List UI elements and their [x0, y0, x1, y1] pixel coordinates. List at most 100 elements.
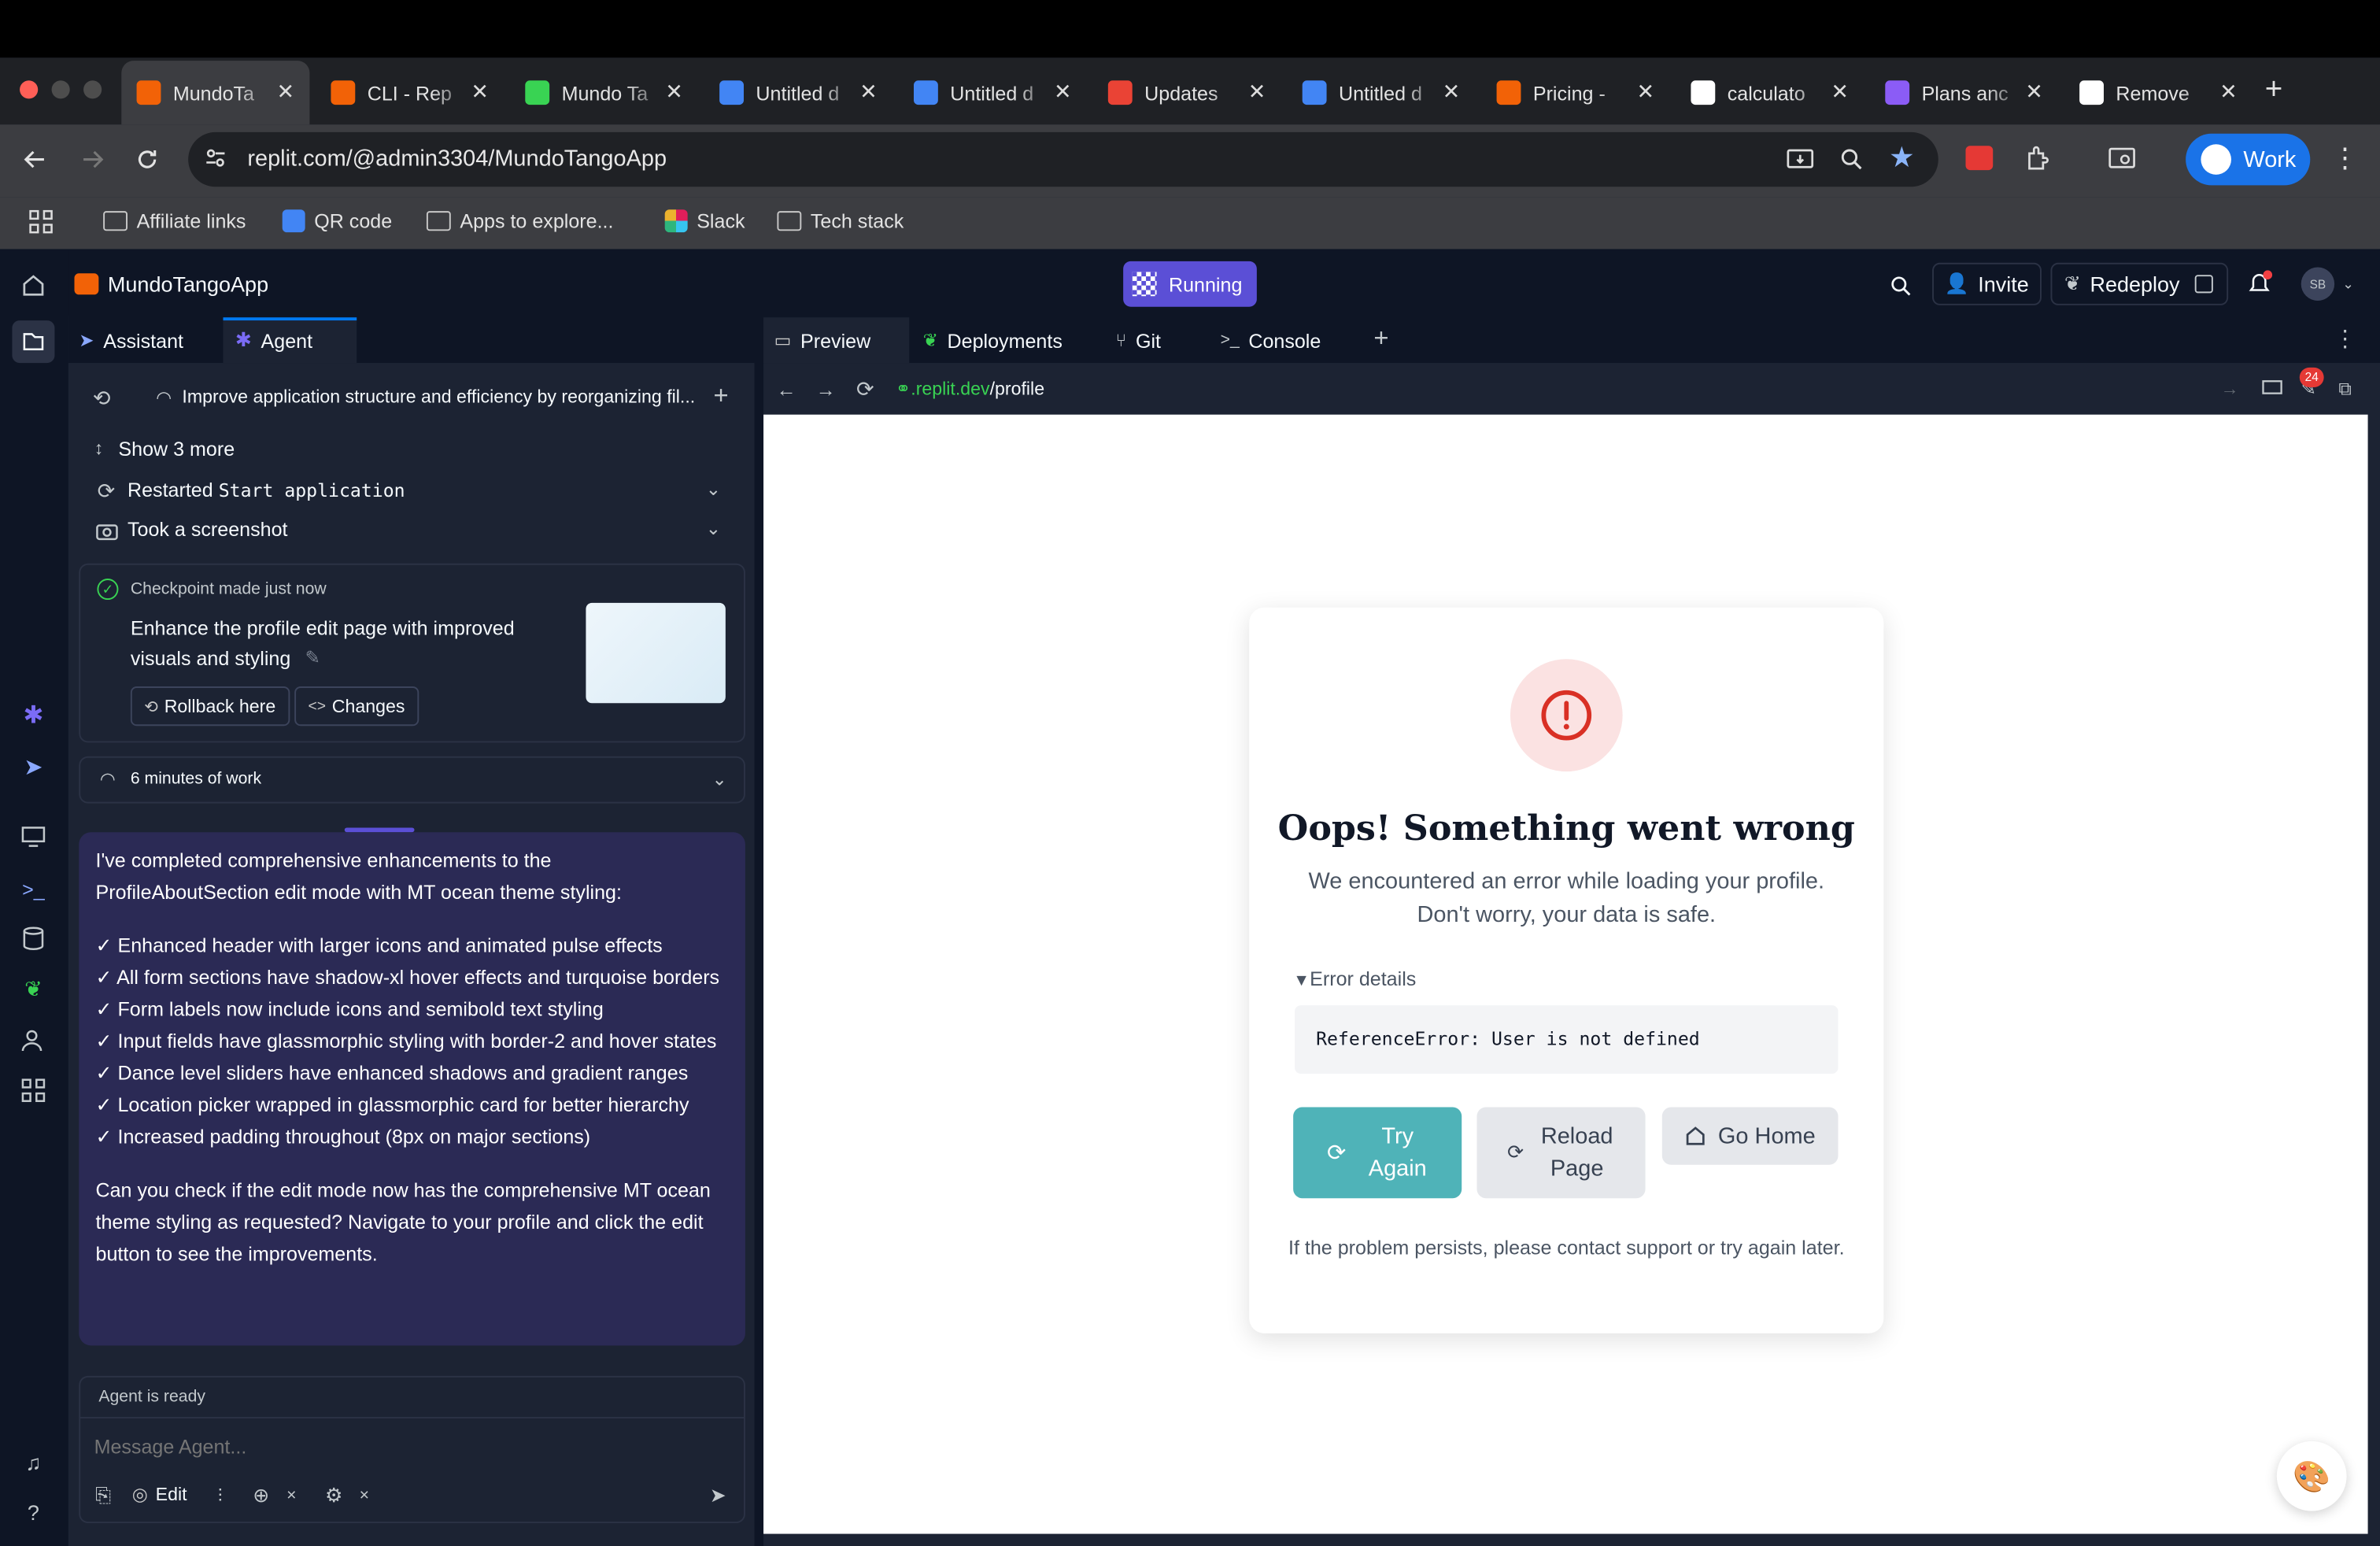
- reload-page-button[interactable]: ⟳ Reload Page: [1476, 1107, 1646, 1199]
- reload-icon[interactable]: [131, 142, 164, 176]
- alerts-icon[interactable]: ♫: [20, 1449, 47, 1477]
- browser-tab[interactable]: Remove ✕: [2064, 70, 2252, 116]
- edit-pencil-icon[interactable]: ✎: [302, 647, 323, 668]
- tab-preview[interactable]: ▭ Preview: [774, 317, 871, 363]
- open-new-tab-icon[interactable]: ⧉: [2333, 376, 2357, 401]
- tab-close-icon[interactable]: ✕: [665, 79, 683, 105]
- go-home-button[interactable]: Go Home: [1661, 1107, 1839, 1165]
- new-tab-icon[interactable]: +: [2259, 72, 2289, 106]
- tab-search-icon[interactable]: [2107, 142, 2138, 173]
- all-tools-icon[interactable]: [20, 1077, 47, 1104]
- attach-icon[interactable]: ⎘: [93, 1484, 114, 1508]
- tab-close-icon[interactable]: ✕: [1637, 79, 1655, 105]
- browser-tab[interactable]: Plans anc ✕: [1870, 70, 2058, 116]
- bookmark-item[interactable]: Slack: [664, 209, 745, 233]
- web-search-icon[interactable]: ⊕: [249, 1484, 273, 1508]
- files-icon[interactable]: [12, 320, 55, 364]
- webview-icon[interactable]: [20, 823, 47, 851]
- invite-button[interactable]: 👤 Invite: [1932, 262, 2042, 305]
- preview-reload-icon[interactable]: ⟳: [853, 375, 878, 401]
- settings-sliders-icon[interactable]: ⫶: [208, 1484, 232, 1508]
- browser-tab[interactable]: MundoTa ✕: [121, 61, 310, 125]
- avatar-chevron-icon[interactable]: ⌄: [2341, 275, 2356, 293]
- screenshot-row[interactable]: Took a screenshot: [128, 518, 287, 541]
- browser-tab[interactable]: Untitled d ✕: [704, 70, 893, 116]
- site-settings-icon[interactable]: [201, 144, 229, 172]
- bookmark-star-icon[interactable]: ★: [1887, 142, 1917, 174]
- agent-icon[interactable]: ✱: [20, 701, 47, 729]
- run-status-button[interactable]: Running: [1123, 261, 1257, 307]
- tab-close-icon[interactable]: ✕: [1054, 79, 1072, 105]
- rollback-button[interactable]: ⟲ Rollback here: [130, 686, 290, 727]
- browser-tab[interactable]: Untitled d ✕: [1287, 70, 1475, 116]
- browser-tab[interactable]: calculato ✕: [1676, 70, 1864, 116]
- deployments-icon[interactable]: ❦: [20, 975, 47, 1003]
- error-details-toggle[interactable]: ▼Error details: [1293, 967, 1416, 990]
- preview-forward-icon[interactable]: →: [814, 376, 838, 401]
- tab-close-icon[interactable]: ✕: [1831, 79, 1849, 105]
- edit-mode-button[interactable]: ◎ Edit: [132, 1484, 187, 1505]
- pane-menu-icon[interactable]: ⋮: [2334, 325, 2356, 353]
- tab-agent[interactable]: ✱ Agent: [235, 317, 312, 363]
- avatar[interactable]: SB: [2301, 267, 2335, 301]
- add-tab-icon[interactable]: +: [1369, 324, 1394, 353]
- redeploy-button[interactable]: ❦ Redeploy: [2050, 262, 2229, 305]
- changes-button[interactable]: <> Changes: [294, 686, 419, 727]
- history-icon[interactable]: ⟲: [88, 384, 116, 412]
- tab-close-icon[interactable]: ✕: [471, 79, 489, 105]
- chrome-menu-icon[interactable]: ⋮: [2331, 142, 2359, 173]
- zoom-icon[interactable]: [1837, 144, 1868, 175]
- theme-palette-button[interactable]: 🎨: [2276, 1441, 2347, 1511]
- browser-tab[interactable]: CLI - Rep ✕: [316, 70, 504, 116]
- install-app-icon[interactable]: [1785, 144, 1816, 175]
- notifications-icon[interactable]: [2245, 270, 2273, 298]
- new-chat-icon[interactable]: +: [709, 381, 734, 410]
- minimize-window-button[interactable]: [51, 80, 70, 99]
- tab-close-icon[interactable]: ✕: [1443, 79, 1461, 105]
- screenshot-chevron-icon[interactable]: ⌄: [704, 516, 722, 541]
- extensions-puzzle-icon[interactable]: [2023, 142, 2054, 173]
- restarted-row[interactable]: Restarted Start application: [128, 479, 405, 501]
- user-icon[interactable]: [20, 1026, 47, 1054]
- tab-close-icon[interactable]: ✕: [1248, 79, 1266, 105]
- extended-thinking-icon[interactable]: ⚙: [322, 1484, 346, 1508]
- deploy-menu-icon[interactable]: [2194, 275, 2213, 294]
- profile-button[interactable]: Work: [2186, 133, 2311, 186]
- tab-close-icon[interactable]: ✕: [859, 79, 878, 105]
- tab-git[interactable]: ⑂ Git: [1115, 317, 1161, 363]
- assistant-icon[interactable]: ➤: [20, 753, 47, 781]
- tab-close-icon[interactable]: ✕: [2219, 79, 2238, 105]
- message-input[interactable]: [94, 1430, 717, 1461]
- maximize-window-button[interactable]: [83, 80, 102, 99]
- browser-tab[interactable]: Mundo Ta ✕: [510, 70, 698, 116]
- home-icon[interactable]: [20, 272, 47, 299]
- forward-icon[interactable]: [76, 142, 109, 176]
- bookmark-item[interactable]: QR code: [282, 209, 392, 233]
- back-icon[interactable]: [18, 142, 51, 176]
- browser-tab[interactable]: Untitled d ✕: [899, 70, 1087, 116]
- tab-close-icon[interactable]: ✕: [2025, 79, 2043, 105]
- restarted-chevron-icon[interactable]: ⌄: [704, 477, 722, 501]
- shell-icon[interactable]: >_: [20, 875, 47, 902]
- bookmark-item[interactable]: Apps to explore...: [426, 209, 613, 232]
- database-icon[interactable]: [20, 925, 47, 952]
- preview-url[interactable]: ⚭.replit.dev/profile: [896, 378, 1044, 399]
- extension-red-icon[interactable]: [1965, 146, 1994, 171]
- tab-assistant[interactable]: ➤ Assistant: [79, 317, 183, 363]
- apps-grid-icon[interactable]: [28, 208, 55, 235]
- send-icon[interactable]: ➤: [706, 1484, 730, 1508]
- panel-resize-handle[interactable]: [754, 316, 764, 1546]
- device-icon[interactable]: [2260, 376, 2285, 401]
- checkpoint-thumbnail[interactable]: [586, 602, 726, 704]
- go-icon[interactable]: →: [2219, 378, 2241, 399]
- show-more-link[interactable]: Show 3 more: [118, 438, 235, 460]
- tab-close-icon[interactable]: ✕: [277, 79, 295, 105]
- bookmark-item[interactable]: Tech stack: [777, 209, 904, 232]
- search-icon[interactable]: [1887, 272, 1914, 299]
- close-window-button[interactable]: [20, 80, 39, 99]
- browser-tab[interactable]: Pricing - ✕: [1481, 70, 1669, 116]
- chat-title[interactable]: Improve application structure and effici…: [182, 386, 695, 407]
- bookmark-item[interactable]: Affiliate links: [103, 209, 246, 232]
- browser-tab[interactable]: Updates ✕: [1093, 70, 1281, 116]
- help-icon[interactable]: ?: [20, 1499, 47, 1526]
